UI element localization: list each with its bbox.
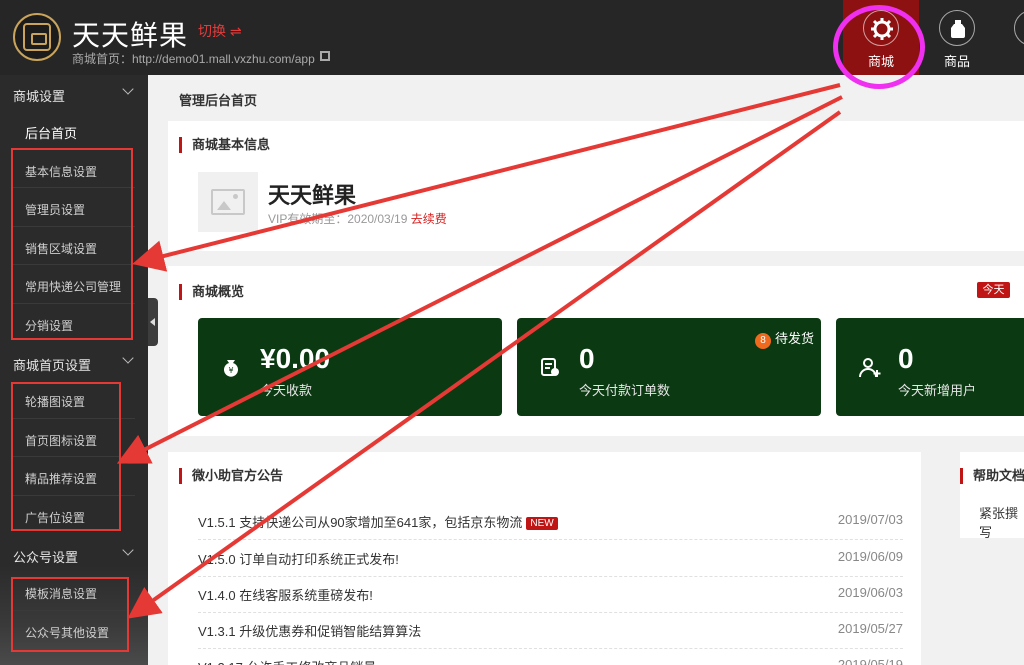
- sidebar-group-home-settings[interactable]: 商城首页设置: [13, 355, 91, 374]
- top-nav-more[interactable]: [1014, 10, 1024, 46]
- help-item[interactable]: 紧张撰写: [979, 503, 1024, 541]
- annotation-box: [11, 577, 129, 652]
- overview-title: 商城概览: [179, 284, 244, 300]
- switch-shop-link[interactable]: 切换 ⇌: [198, 21, 242, 41]
- renew-link[interactable]: 去续费: [411, 212, 447, 226]
- product-bag-icon: [939, 10, 975, 46]
- notice-text: V1.4.0 在线客服系统重磅发布!: [198, 588, 373, 603]
- notice-date: 2019/07/03: [837, 512, 903, 527]
- pending-shipment[interactable]: 8 待发货: [755, 328, 814, 349]
- pending-count: 8: [755, 333, 771, 349]
- sidebar-item-dashboard[interactable]: 后台首页: [25, 123, 77, 142]
- top-nav-products[interactable]: 商品: [920, 0, 994, 75]
- shop-name: 天天鲜果: [268, 183, 357, 208]
- basic-info-title: 商城基本信息: [179, 137, 270, 153]
- image-icon: [211, 189, 245, 215]
- annotation-box: [11, 382, 121, 531]
- notice-row[interactable]: V1.4.0 在线客服系统重磅发布! 2019/06/03: [198, 577, 903, 613]
- vip-expiry: VIP有效期至：2020/03/19 去续费: [268, 212, 447, 226]
- notice-text: V1.3.1 升级优惠券和促销智能结算算法: [198, 624, 422, 639]
- notice-text: V1.5.0 订单自动打印系统正式发布!: [198, 552, 399, 567]
- sidebar-collapse-toggle[interactable]: [148, 298, 158, 346]
- qr-code-icon[interactable]: [320, 51, 330, 61]
- stat-label: 今天新增用户: [898, 383, 977, 398]
- add-user-icon: [858, 356, 881, 378]
- money-bag-icon: ¥: [220, 356, 242, 378]
- notice-text: V1.2.17 允许手工修改商品销量: [198, 657, 376, 665]
- stat-card-users[interactable]: 0 今天新增用户: [836, 318, 1024, 416]
- sidebar-group-wechat[interactable]: 公众号设置: [13, 547, 78, 566]
- stat-value: 0: [579, 343, 595, 374]
- page-title: 管理后台首页: [179, 93, 258, 108]
- site-name: 天天鲜果: [72, 19, 189, 52]
- clipboard-icon: [539, 356, 561, 378]
- stat-value: 0: [898, 343, 914, 374]
- notice-title: 微小助官方公告: [179, 468, 283, 484]
- annotation-circle: [833, 5, 925, 89]
- today-badge[interactable]: 今天: [977, 282, 1010, 298]
- new-badge: NEW: [526, 517, 558, 530]
- notice-row[interactable]: V1.3.1 升级优惠券和促销智能结算算法 2019/05/27: [198, 613, 903, 649]
- notice-text: V1.5.1 支持快递公司从90家增加至641家，包括京东物流 NEW: [198, 512, 558, 531]
- shop-url: 商城首页：http://demo01.mall.vxzhu.com/app: [72, 52, 315, 66]
- notice-date: 2019/06/09: [837, 549, 903, 564]
- notice-date: 2019/06/03: [837, 585, 903, 600]
- notice-row[interactable]: V1.5.1 支持快递公司从90家增加至641家，包括京东物流 NEW 2019/…: [198, 504, 903, 540]
- shop-logo: [13, 13, 61, 61]
- annotation-box: [11, 148, 133, 340]
- stat-label: 今天收款: [260, 383, 313, 398]
- notice-date: 2019/05/19: [837, 657, 903, 665]
- stat-card-revenue[interactable]: ¥ ¥0.00 今天收款: [198, 318, 502, 416]
- shop-image-placeholder[interactable]: [198, 172, 258, 232]
- svg-text:¥: ¥: [228, 366, 233, 375]
- sidebar-group-mall-settings[interactable]: 商城设置: [13, 86, 65, 105]
- top-nav-products-label: 商品: [944, 54, 971, 69]
- pending-label: 待发货: [775, 331, 815, 346]
- notice-date: 2019/05/27: [837, 621, 903, 636]
- stat-label: 今天付款订单数: [579, 383, 671, 398]
- help-title: 帮助文档: [960, 468, 1024, 484]
- notice-row[interactable]: V1.2.17 允许手工修改商品销量 2019/05/19: [198, 649, 903, 665]
- stat-card-orders[interactable]: 0 今天付款订单数 8 待发货: [517, 318, 821, 416]
- notice-row[interactable]: V1.5.0 订单自动打印系统正式发布! 2019/06/09: [198, 541, 903, 577]
- stat-value: ¥0.00: [260, 343, 331, 374]
